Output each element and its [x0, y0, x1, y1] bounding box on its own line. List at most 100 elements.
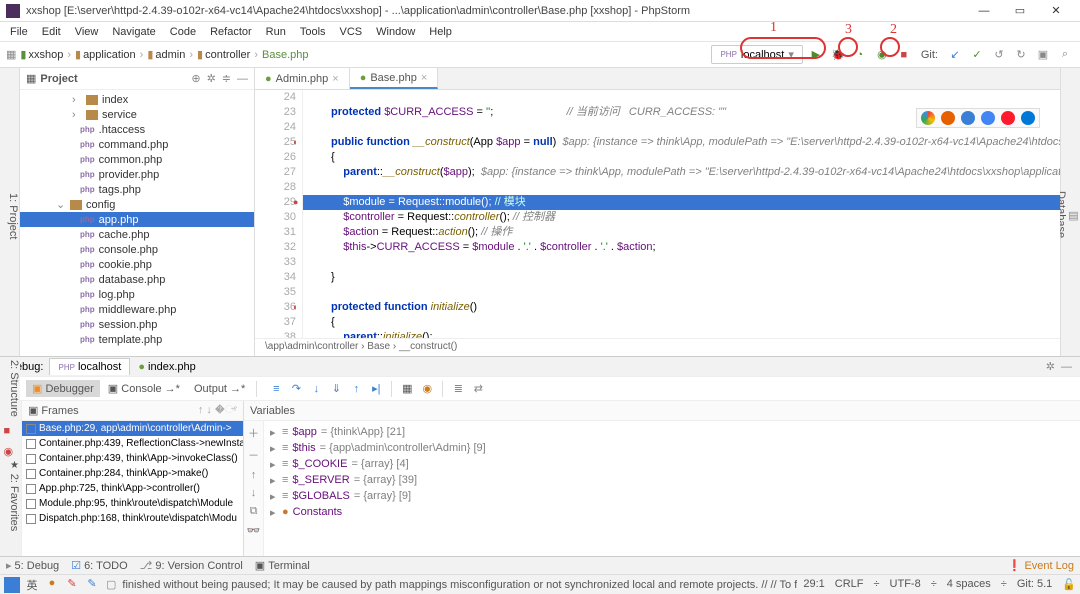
ie-icon[interactable] [981, 111, 995, 125]
tree-item[interactable]: ⌄config [20, 197, 254, 212]
encoding[interactable]: UTF-8 [890, 578, 921, 591]
tree-item[interactable]: phpmiddleware.php [20, 302, 254, 317]
indent[interactable]: 4 spaces [947, 578, 991, 591]
output-tab[interactable]: Output →* [188, 381, 251, 397]
menu-tools[interactable]: Tools [294, 24, 332, 40]
minimize-button[interactable]: — [966, 5, 1002, 17]
coverage-button[interactable]: ◔ [851, 46, 869, 64]
run-button[interactable]: ▶ [807, 46, 825, 64]
menu-window[interactable]: Window [370, 24, 421, 40]
console-tab[interactable]: ▣ Console →* [102, 380, 186, 397]
run-to-cursor-icon[interactable]: ▸| [368, 381, 384, 397]
project-hide-icon[interactable]: — [237, 73, 248, 85]
breadcrumb[interactable]: ▮xxshop› ▮application› ▮admin› ▮controll… [20, 48, 308, 61]
view-breakpoints-icon[interactable]: ◉ [4, 445, 18, 459]
line-separator[interactable]: CRLF [835, 578, 864, 591]
project-settings-icon[interactable]: ✲ [207, 72, 216, 85]
status-icon-5[interactable]: ✎ [84, 577, 100, 593]
show-exec-point-icon[interactable]: ≡ [268, 381, 284, 397]
close-button[interactable]: ✕ [1038, 4, 1074, 17]
left-tool-strip[interactable]: 1: Project [0, 68, 20, 356]
edge-icon[interactable] [1021, 111, 1035, 125]
project-tree[interactable]: ›index›servicephp.htaccessphpcommand.php… [20, 90, 254, 356]
tree-item[interactable]: phpcache.php [20, 227, 254, 242]
status-icon-2[interactable]: 英 [24, 577, 40, 593]
frame-row[interactable]: Container.php:284, think\App->make() [22, 466, 243, 481]
frame-row[interactable]: Container.php:439, ReflectionClass->newI… [22, 436, 243, 451]
event-log-button[interactable]: ❗ Event Log [1008, 560, 1074, 572]
list-icon[interactable]: ≣ [450, 381, 466, 397]
frame-row[interactable]: Module.php:95, think\route\dispatch\Modu… [22, 496, 243, 511]
left-strip-favorites[interactable]: ★ 2: Favorites [0, 460, 20, 531]
git-update-icon[interactable]: ↙ [946, 46, 964, 64]
evaluate-icon[interactable]: ▦ [399, 381, 415, 397]
frame-prev-icon[interactable]: ↑ [198, 404, 204, 417]
git-revert-icon[interactable]: ↻ [1012, 46, 1030, 64]
force-step-into-icon[interactable]: ⇓ [328, 381, 344, 397]
frame-next-icon[interactable]: ↓ [206, 404, 212, 417]
tool-vcs[interactable]: ⎇9: Version Control [140, 559, 243, 572]
tree-item[interactable]: phpcommand.php [20, 137, 254, 152]
project-collapse-icon[interactable]: ≑ [222, 72, 231, 85]
search-icon[interactable]: ⌕ [1056, 46, 1074, 64]
git-history-icon[interactable]: ↺ [990, 46, 1008, 64]
status-icon-1[interactable] [4, 577, 20, 593]
git-commit-icon[interactable]: ✓ [968, 46, 986, 64]
add-watch-icon[interactable]: ＋ [248, 425, 259, 441]
menu-view[interactable]: View [69, 24, 105, 40]
editor-body[interactable]: 24232425◐26272829●30313233343536◐373839 … [255, 90, 1060, 338]
editor-tab-base[interactable]: ●Base.php× [350, 68, 439, 89]
tree-item[interactable]: phpapp.php [20, 212, 254, 227]
glasses-icon[interactable]: 👓 [247, 524, 261, 537]
menu-navigate[interactable]: Navigate [106, 24, 161, 40]
debug-hide-icon[interactable]: — [1061, 361, 1072, 373]
chrome-icon[interactable] [921, 111, 935, 125]
project-target-icon[interactable]: ⊕ [191, 72, 200, 85]
remove-watch-icon[interactable]: － [248, 447, 259, 463]
tree-item[interactable]: phpcommon.php [20, 152, 254, 167]
tree-item[interactable]: phpdatabase.php [20, 272, 254, 287]
debug-session-localhost[interactable]: PHPlocalhost [49, 358, 130, 375]
frame-row[interactable]: Container.php:439, think\App->invokeClas… [22, 451, 243, 466]
menu-code[interactable]: Code [164, 24, 202, 40]
status-icon-4[interactable]: ✎ [64, 577, 80, 593]
variables-list[interactable]: ▸≡ $app = {think\App} [21]▸≡ $this = {ap… [264, 421, 1080, 556]
browser-icons[interactable] [916, 108, 1040, 128]
stop-icon[interactable]: ■ [4, 425, 18, 439]
menu-edit[interactable]: Edit [36, 24, 67, 40]
variable-row[interactable]: ▸● Constants [270, 504, 1074, 520]
debugger-tab[interactable]: ▣ Debugger [26, 380, 100, 397]
opera-icon[interactable] [1001, 111, 1015, 125]
tool-terminal[interactable]: ▣Terminal [255, 559, 310, 572]
menu-file[interactable]: File [4, 24, 34, 40]
run-config-selector[interactable]: PHP localhost ▾ [711, 45, 802, 64]
frame-row[interactable]: App.php:725, think\App->controller() [22, 481, 243, 496]
menu-refactor[interactable]: Refactor [204, 24, 258, 40]
watch-down-icon[interactable]: ↓ [251, 487, 257, 499]
tool-todo[interactable]: ☑6: TODO [71, 559, 127, 572]
variable-row[interactable]: ▸≡ $_SERVER = {array} [39] [270, 472, 1074, 488]
frames-list[interactable]: Base.php:29, app\admin\controller\Admin-… [22, 421, 243, 556]
step-over-icon[interactable]: ↷ [288, 381, 304, 397]
tree-item[interactable]: phptemplate.php [20, 332, 254, 347]
ide-icon[interactable]: ▣ [1034, 46, 1052, 64]
step-into-icon[interactable]: ↓ [308, 381, 324, 397]
profile-button[interactable]: ◉ [873, 46, 891, 64]
tree-item[interactable]: ›service [20, 107, 254, 122]
watch-up-icon[interactable]: ↑ [251, 469, 257, 481]
frame-row[interactable]: Dispatch.php:168, think\route\dispatch\M… [22, 511, 243, 526]
tree-item[interactable]: phplog.php [20, 287, 254, 302]
editor-tab-admin[interactable]: ●Admin.php× [255, 68, 350, 89]
editor-breadcrumb[interactable]: \app\admin\controller › Base › __constru… [255, 338, 1060, 356]
lock-icon[interactable]: 🔓 [1062, 578, 1076, 591]
tree-item[interactable]: phpsession.php [20, 317, 254, 332]
maximize-button[interactable]: ▭ [1002, 4, 1038, 17]
menu-run[interactable]: Run [260, 24, 292, 40]
tree-item[interactable]: phpconsole.php [20, 242, 254, 257]
frame-row[interactable]: Base.php:29, app\admin\controller\Admin-… [22, 421, 243, 436]
tree-item[interactable]: ›index [20, 92, 254, 107]
settings-icon[interactable]: ⇄ [470, 381, 486, 397]
tree-item[interactable]: phpprovider.php [20, 167, 254, 182]
tool-debug[interactable]: ▸5: Debug [6, 559, 59, 572]
step-out-icon[interactable]: ↑ [348, 381, 364, 397]
